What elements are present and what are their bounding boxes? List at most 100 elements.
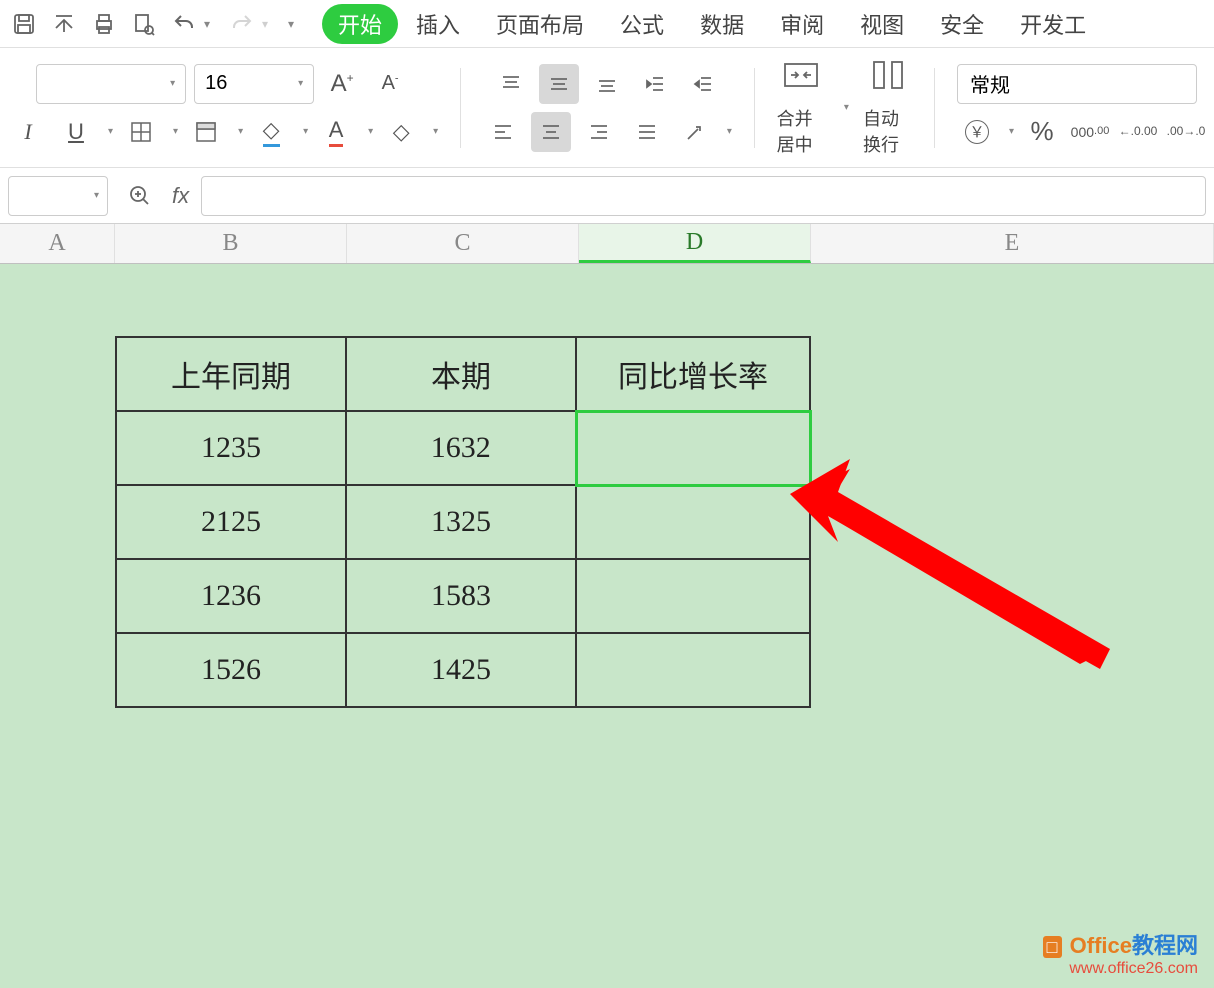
column-headers: A B C D E xyxy=(0,224,1214,264)
increase-indent-icon[interactable] xyxy=(683,64,723,104)
font-name-select[interactable]: ▾ xyxy=(36,64,186,104)
increase-decimal-button[interactable]: ←.0.00 xyxy=(1118,112,1158,152)
save-icon[interactable] xyxy=(4,4,44,44)
font-size-select[interactable]: 16▾ xyxy=(194,64,314,104)
decrease-decimal-button[interactable]: .00→.0 xyxy=(1166,112,1206,152)
redo-dropdown[interactable]: ▾ xyxy=(262,17,280,31)
align-middle-icon[interactable] xyxy=(539,64,579,104)
currency-dropdown[interactable]: ▾ xyxy=(1009,126,1014,137)
table-row: 1235 1632 xyxy=(116,411,810,485)
tab-formula[interactable]: 公式 xyxy=(602,2,682,46)
font-size-value: 16 xyxy=(205,72,227,95)
cell[interactable]: 1583 xyxy=(346,559,576,633)
percent-button[interactable]: % xyxy=(1022,112,1062,152)
justify-icon[interactable] xyxy=(627,112,667,152)
align-bottom-icon[interactable] xyxy=(587,64,627,104)
table-row: 1526 1425 xyxy=(116,633,810,707)
merge-dropdown[interactable]: ▾ xyxy=(844,102,849,113)
italic-button[interactable]: I xyxy=(8,112,48,152)
col-header-B[interactable]: B xyxy=(115,224,347,263)
col-header-A[interactable]: A xyxy=(0,224,115,263)
preview-icon[interactable] xyxy=(124,4,164,44)
formula-bar: ▾ fx xyxy=(0,168,1214,224)
underline-dropdown[interactable]: ▾ xyxy=(108,126,113,137)
cell[interactable]: 1236 xyxy=(116,559,346,633)
number-format-select[interactable]: 常规 xyxy=(957,64,1197,104)
cell[interactable]: 1425 xyxy=(346,633,576,707)
merge-icon xyxy=(781,58,821,101)
col-header-C[interactable]: C xyxy=(347,224,579,263)
tab-review[interactable]: 审阅 xyxy=(762,2,842,46)
cell[interactable] xyxy=(576,633,810,707)
align-right-icon[interactable] xyxy=(579,112,619,152)
align-top-icon[interactable] xyxy=(491,64,531,104)
tab-dev[interactable]: 开发工 xyxy=(1002,2,1104,46)
fill-color-button[interactable]: ◇ xyxy=(251,112,291,152)
orientation-dropdown[interactable]: ▾ xyxy=(727,126,732,137)
selected-cell[interactable] xyxy=(576,411,810,485)
print-icon[interactable] xyxy=(84,4,124,44)
tab-insert[interactable]: 插入 xyxy=(398,2,478,46)
fx-label[interactable]: fx xyxy=(172,183,189,209)
sheet-area[interactable]: 上年同期 本期 同比增长率 1235 1632 2125 1325 1236 1… xyxy=(0,264,1214,988)
underline-button[interactable]: U xyxy=(56,112,96,152)
orientation-icon[interactable] xyxy=(675,112,715,152)
number-format-value: 常规 xyxy=(970,69,1010,98)
header-current-period[interactable]: 本期 xyxy=(346,337,576,411)
watermark-url: www.office26.com xyxy=(1043,960,1198,978)
cell[interactable] xyxy=(576,559,810,633)
cell[interactable]: 2125 xyxy=(116,485,346,559)
undo-dropdown[interactable]: ▾ xyxy=(204,17,222,31)
tab-layout[interactable]: 页面布局 xyxy=(478,2,602,46)
col-header-D[interactable]: D xyxy=(579,224,811,263)
cell[interactable]: 1632 xyxy=(346,411,576,485)
borders-dropdown[interactable]: ▾ xyxy=(173,126,178,137)
wrap-icon xyxy=(868,58,908,101)
table-row: 2125 1325 xyxy=(116,485,810,559)
cell[interactable]: 1526 xyxy=(116,633,346,707)
fill-color-dropdown[interactable]: ▾ xyxy=(303,126,308,137)
header-growth-rate[interactable]: 同比增长率 xyxy=(576,337,810,411)
fill-pattern-button[interactable] xyxy=(186,112,226,152)
wrap-label: 自动换行 xyxy=(863,105,912,157)
cell[interactable]: 1325 xyxy=(346,485,576,559)
cell[interactable]: 1235 xyxy=(116,411,346,485)
comma-button[interactable]: 000.00 xyxy=(1070,112,1110,152)
redo-icon[interactable] xyxy=(222,4,262,44)
font-color-dropdown[interactable]: ▾ xyxy=(368,126,373,137)
table-row: 1236 1583 xyxy=(116,559,810,633)
clear-format-dropdown[interactable]: ▾ xyxy=(433,126,438,137)
merge-center-button[interactable]: 合并居中 xyxy=(777,58,826,157)
decrease-indent-icon[interactable] xyxy=(635,64,675,104)
align-center-icon[interactable] xyxy=(531,112,571,152)
watermark-brand: Office xyxy=(1070,933,1132,958)
decrease-font-icon[interactable]: A- xyxy=(370,64,410,104)
tab-security[interactable]: 安全 xyxy=(922,2,1002,46)
currency-button[interactable]: ￥ xyxy=(957,112,997,152)
font-color-button[interactable]: A xyxy=(316,112,356,152)
qat-more-dropdown[interactable]: ▾ xyxy=(288,17,306,31)
ribbon-tabs: 开始 插入 页面布局 公式 数据 审阅 视图 安全 开发工 xyxy=(322,2,1104,46)
formula-input[interactable] xyxy=(201,176,1206,216)
increase-font-icon[interactable]: A+ xyxy=(322,64,362,104)
tab-start[interactable]: 开始 xyxy=(322,4,398,44)
clear-format-button[interactable]: ◇ xyxy=(381,112,421,152)
tab-data[interactable]: 数据 xyxy=(682,2,762,46)
watermark-logo-icon: □ xyxy=(1043,936,1062,958)
tab-view[interactable]: 视图 xyxy=(842,2,922,46)
merge-label: 合并居中 xyxy=(777,105,826,157)
share-icon[interactable] xyxy=(44,4,84,44)
zoom-icon[interactable] xyxy=(120,176,160,216)
col-header-E[interactable]: E xyxy=(811,224,1214,263)
undo-icon[interactable] xyxy=(164,4,204,44)
watermark: □ Office教程网 www.office26.com xyxy=(1043,928,1198,978)
separator xyxy=(754,68,755,148)
name-box[interactable]: ▾ xyxy=(8,176,108,216)
wrap-text-button[interactable]: 自动换行 xyxy=(863,58,912,157)
header-prev-period[interactable]: 上年同期 xyxy=(116,337,346,411)
fill-pattern-dropdown[interactable]: ▾ xyxy=(238,126,243,137)
cell[interactable] xyxy=(576,485,810,559)
quick-access-toolbar: ▾ ▾ ▾ 开始 插入 页面布局 公式 数据 审阅 视图 安全 开发工 xyxy=(0,0,1214,48)
borders-button[interactable] xyxy=(121,112,161,152)
align-left-icon[interactable] xyxy=(483,112,523,152)
